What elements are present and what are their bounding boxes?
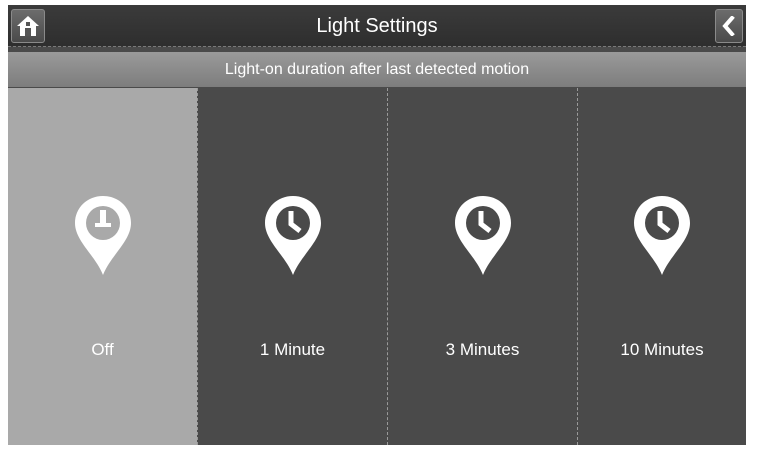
header-bar: Light Settings — [8, 5, 746, 47]
option-label: 3 Minutes — [445, 340, 520, 359]
option-10-minutes[interactable]: 10 Minutes — [577, 88, 746, 445]
option-label: 1 Minute — [259, 340, 326, 359]
clock-off-pin-icon — [74, 196, 131, 275]
back-chevron-icon — [722, 16, 735, 36]
option-label: 10 Minutes — [620, 340, 704, 359]
subtitle-bar: Light-on duration after last detected mo… — [8, 52, 746, 87]
clock-pin-icon — [454, 196, 511, 275]
option-off[interactable]: Off — [8, 88, 197, 445]
page-title: Light Settings — [316, 15, 438, 37]
clock-pin-icon — [264, 196, 321, 275]
option-3-minutes[interactable]: 3 Minutes — [387, 88, 577, 445]
option-1-minute[interactable]: 1 Minute — [197, 88, 387, 445]
clock-pin-icon — [634, 196, 690, 275]
back-button[interactable] — [715, 9, 743, 43]
screen: Light Settings Light-on duration after l… — [8, 5, 746, 445]
option-label: Off — [91, 340, 114, 359]
duration-options: Off 1 Minute 3 Minutes 10 Minutes — [8, 88, 746, 445]
